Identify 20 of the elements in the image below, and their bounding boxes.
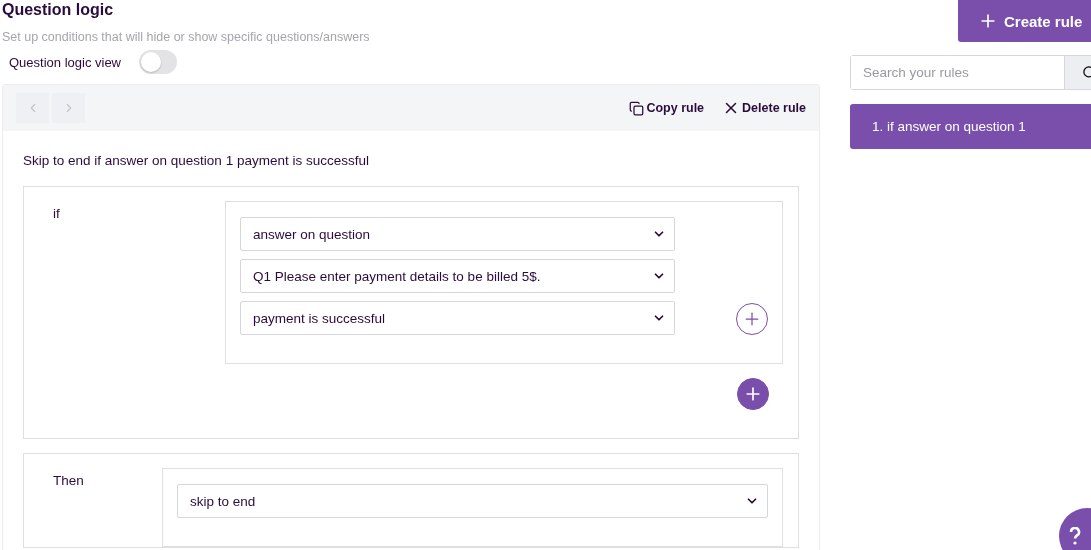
dropdown[interactable]: Q1 Please enter payment details to be billed 5$. [240, 259, 675, 293]
rule-summary: Skip to end if answer on question 1 payment is successful [23, 153, 370, 168]
toggle-label: Question logic view [9, 54, 121, 70]
dropdown[interactable]: answer on question [240, 217, 675, 251]
rule-item[interactable]: 1. if answer on question 1 [850, 104, 1091, 149]
add-group-button[interactable] [737, 378, 769, 410]
view-toggle[interactable] [139, 50, 177, 74]
condition-label: if [53, 206, 61, 221]
create-rule-button[interactable]: Create rule [958, 0, 1091, 42]
page-title: Question logic [1, 0, 115, 19]
help-icon [1069, 527, 1081, 545]
page-subtitle: Set up conditions that will hide or show specific questions/answers [2, 30, 371, 44]
add-condition-button[interactable] [736, 303, 768, 335]
action-label: Then [53, 473, 85, 488]
search-field[interactable]: Search your rules [850, 55, 1091, 90]
copy-icon [629, 100, 645, 116]
dropdown[interactable]: skip to end [177, 484, 768, 518]
delete-rule-button[interactable]: Delete rule [722, 99, 806, 117]
copy-rule-button[interactable]: Copy rule [629, 100, 705, 116]
dropdown[interactable]: payment is successful [240, 301, 675, 335]
